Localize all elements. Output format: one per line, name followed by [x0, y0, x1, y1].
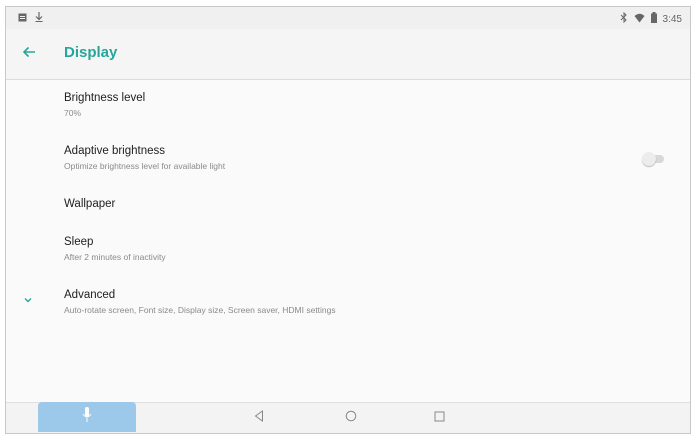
page-title: Display: [64, 44, 118, 61]
wifi-icon: [634, 13, 645, 26]
setting-sleep[interactable]: Sleep After 2 minutes of inactivity: [6, 230, 690, 270]
battery-icon: [650, 12, 657, 26]
voice-input-button[interactable]: [38, 402, 136, 432]
navigation-bar: [6, 402, 690, 433]
setting-title: Advanced: [64, 289, 116, 301]
setting-advanced[interactable]: Advanced Auto-rotate screen, Font size, …: [6, 283, 690, 323]
chevron-down-icon: [20, 292, 36, 308]
setting-title: Brightness level: [64, 92, 146, 104]
status-time: 3:45: [662, 13, 682, 25]
toggle-knob: [642, 152, 656, 166]
setting-summary: After 2 minutes of inactivity: [64, 252, 166, 262]
setting-summary: Auto-rotate screen, Font size, Display s…: [64, 305, 336, 315]
setting-wallpaper[interactable]: Wallpaper: [6, 191, 690, 231]
device-screen: 3:45 Display Brightness level 70% Adapti…: [5, 6, 691, 434]
nav-recents-button[interactable]: [432, 411, 446, 425]
app-bar: Display: [6, 29, 690, 80]
recents-square-icon: [434, 409, 445, 427]
adaptive-brightness-toggle[interactable]: [642, 152, 666, 166]
nav-home-button[interactable]: [344, 409, 358, 427]
setting-title: Sleep: [64, 236, 94, 248]
home-circle-icon: [345, 409, 357, 427]
setting-summary: Optimize brightness level for available …: [64, 161, 226, 171]
back-triangle-icon: [254, 409, 264, 427]
bluetooth-icon: [620, 11, 628, 26]
setting-title: Wallpaper: [64, 198, 116, 210]
setting-brightness-level[interactable]: Brightness level 70%: [6, 86, 690, 126]
back-button[interactable]: [16, 41, 42, 67]
setting-summary: 70%: [64, 108, 82, 118]
arrow-back-icon: [22, 45, 36, 63]
setting-adaptive-brightness[interactable]: Adaptive brightness Optimize brightness …: [6, 139, 690, 179]
notification-icon: [18, 13, 27, 25]
status-bar: 3:45: [6, 7, 690, 29]
nav-back-button[interactable]: [252, 409, 266, 427]
setting-title: Adaptive brightness: [64, 145, 166, 157]
download-icon: [35, 12, 43, 25]
mic-icon: [82, 406, 92, 428]
